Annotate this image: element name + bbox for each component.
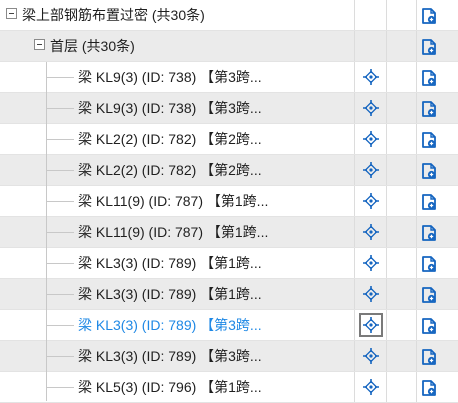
floor-label: 首层 (共30条)	[50, 38, 135, 54]
tree-item-row[interactable]: 梁 KL11(9) (ID: 787) 【第1跨...	[0, 186, 458, 217]
document-export-icon[interactable]	[420, 348, 438, 366]
tree-item-row[interactable]: 梁 KL2(2) (ID: 782) 【第2跨...	[0, 155, 458, 186]
tree-item-label: 梁 KL3(3) (ID: 789) 【第3跨...	[78, 317, 262, 333]
crosshair-locate-icon[interactable]	[359, 96, 383, 120]
tree-connector	[46, 77, 74, 78]
collapse-minus-icon[interactable]	[6, 8, 17, 19]
document-export-icon[interactable]	[420, 317, 438, 335]
tree-guide-line	[46, 62, 47, 401]
tree-item-row[interactable]: 梁 KL2(2) (ID: 782) 【第2跨...	[0, 124, 458, 155]
tree-connector	[46, 294, 74, 295]
crosshair-locate-icon[interactable]	[359, 313, 383, 337]
crosshair-locate-icon[interactable]	[359, 251, 383, 275]
tree-item-row[interactable]: 梁 KL9(3) (ID: 738) 【第3跨...	[0, 93, 458, 124]
tree-item-label: 梁 KL9(3) (ID: 738) 【第3跨...	[78, 100, 262, 116]
document-export-icon[interactable]	[420, 286, 438, 304]
tree-item-row[interactable]: 梁 KL3(3) (ID: 789) 【第3跨...	[0, 310, 458, 341]
document-export-icon[interactable]	[420, 224, 438, 242]
crosshair-locate-icon[interactable]	[359, 375, 383, 399]
document-export-icon[interactable]	[420, 193, 438, 211]
tree-item-row[interactable]: 梁 KL3(3) (ID: 789) 【第1跨...	[0, 279, 458, 310]
crosshair-locate-icon[interactable]	[359, 344, 383, 368]
tree-item-row[interactable]: 梁 KL5(3) (ID: 796) 【第1跨...	[0, 372, 458, 403]
root-label: 梁上部钢筋布置过密 (共30条)	[22, 7, 205, 23]
crosshair-locate-icon[interactable]	[359, 282, 383, 306]
document-export-icon[interactable]	[420, 131, 438, 149]
document-export-icon[interactable]	[420, 69, 438, 87]
tree-item-label: 梁 KL3(3) (ID: 789) 【第1跨...	[78, 255, 262, 271]
tree-item-label: 梁 KL11(9) (ID: 787) 【第1跨...	[78, 224, 269, 240]
problem-tree: 梁上部钢筋布置过密 (共30条) 首层 (共30条) 梁 KL9(3) (ID:…	[0, 0, 458, 403]
tree-connector	[46, 170, 74, 171]
tree-item-label: 梁 KL9(3) (ID: 738) 【第3跨...	[78, 69, 262, 85]
tree-connector	[46, 108, 74, 109]
tree-connector	[46, 387, 74, 388]
tree-connector	[46, 263, 74, 264]
tree-connector	[46, 325, 74, 326]
document-export-icon[interactable]	[420, 7, 438, 25]
document-export-icon[interactable]	[420, 100, 438, 118]
tree-connector	[46, 356, 74, 357]
crosshair-locate-icon[interactable]	[359, 127, 383, 151]
tree-root-row[interactable]: 梁上部钢筋布置过密 (共30条)	[0, 0, 458, 31]
tree-item-label: 梁 KL3(3) (ID: 789) 【第3跨...	[78, 348, 262, 364]
collapse-minus-icon[interactable]	[34, 39, 45, 50]
tree-item-label: 梁 KL2(2) (ID: 782) 【第2跨...	[78, 131, 262, 147]
document-export-icon[interactable]	[420, 162, 438, 180]
tree-item-label: 梁 KL11(9) (ID: 787) 【第1跨...	[78, 193, 269, 209]
crosshair-locate-icon[interactable]	[359, 158, 383, 182]
tree-item-label: 梁 KL5(3) (ID: 796) 【第1跨...	[78, 379, 262, 395]
tree-item-row[interactable]: 梁 KL9(3) (ID: 738) 【第3跨...	[0, 62, 458, 93]
tree-connector	[46, 201, 74, 202]
document-export-icon[interactable]	[420, 379, 438, 397]
crosshair-locate-icon[interactable]	[359, 65, 383, 89]
tree-item-label: 梁 KL2(2) (ID: 782) 【第2跨...	[78, 162, 262, 178]
tree-floor-row[interactable]: 首层 (共30条)	[0, 31, 458, 62]
tree-item-row[interactable]: 梁 KL11(9) (ID: 787) 【第1跨...	[0, 217, 458, 248]
tree-connector	[46, 232, 74, 233]
document-export-icon[interactable]	[420, 38, 438, 56]
tree-connector	[46, 139, 74, 140]
tree-item-label: 梁 KL3(3) (ID: 789) 【第1跨...	[78, 286, 262, 302]
crosshair-locate-icon[interactable]	[359, 189, 383, 213]
crosshair-locate-icon[interactable]	[359, 220, 383, 244]
document-export-icon[interactable]	[420, 255, 438, 273]
tree-item-row[interactable]: 梁 KL3(3) (ID: 789) 【第1跨...	[0, 248, 458, 279]
tree-item-row[interactable]: 梁 KL3(3) (ID: 789) 【第3跨...	[0, 341, 458, 372]
